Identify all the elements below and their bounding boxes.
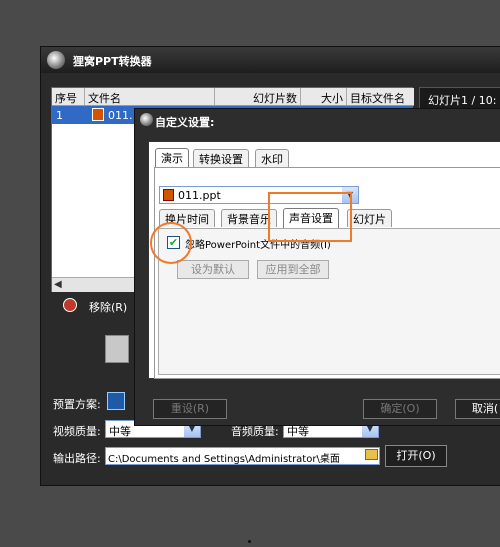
output-path-value: C:\Documents and Settings\Administrator\… xyxy=(108,454,340,465)
preset-label: 预置方案: xyxy=(53,398,101,411)
column-header-target-filename[interactable]: 目标文件名 xyxy=(347,88,414,106)
cancel-button[interactable]: 取消( xyxy=(455,399,500,419)
remove-button[interactable]: 移除(R) xyxy=(89,299,127,315)
dialog-content: 演示 转换设置 水印 011.ppt ▼ 换片时间 背景音乐 声音设置 幻灯片 … xyxy=(148,141,500,379)
highlight-circle xyxy=(150,222,192,264)
tab-conversion-settings[interactable]: 转换设置 xyxy=(193,149,249,167)
main-titlebar: 狸窝PPT转换器 xyxy=(41,47,500,73)
dialog-title: 自定义设置: xyxy=(155,116,215,129)
remove-icon[interactable] xyxy=(63,298,77,312)
preset-icon[interactable] xyxy=(107,392,125,410)
dot xyxy=(248,540,251,543)
slide-counter: 幻灯片1 / 10: S xyxy=(428,94,500,107)
column-header-slide-count[interactable]: 幻灯片数 xyxy=(215,88,301,106)
main-title: 狸窝PPT转换器 xyxy=(73,55,152,68)
row-index: 1 xyxy=(56,109,63,122)
tab-watermark[interactable]: 水印 xyxy=(255,149,289,167)
set-default-button[interactable]: 设为默认 xyxy=(177,260,249,279)
convert-icon[interactable] xyxy=(105,335,129,363)
output-path-label: 输出路径: xyxy=(53,452,101,465)
ok-button[interactable]: 确定(O) xyxy=(363,399,437,419)
row-filename: 011. xyxy=(108,109,133,122)
scroll-left-icon[interactable]: ◀ xyxy=(54,279,62,290)
open-button[interactable]: 打开(O) xyxy=(385,445,447,467)
video-quality-label: 视频质量: xyxy=(53,425,101,438)
app-logo-icon xyxy=(47,51,65,69)
file-select-value: 011.ppt xyxy=(178,189,221,202)
dialog-logo-icon xyxy=(140,113,153,126)
settings-dialog: 自定义设置: 演示 转换设置 水印 011.ppt ▼ 换片时间 背景音乐 声音… xyxy=(134,108,500,426)
column-header-size[interactable]: 大小 xyxy=(301,88,347,106)
ppt-file-icon xyxy=(92,108,104,121)
folder-icon[interactable] xyxy=(365,449,378,460)
apply-all-button[interactable]: 应用到全部 xyxy=(257,260,329,279)
tab-slides[interactable]: 幻灯片 xyxy=(347,209,392,227)
column-header-filename[interactable]: 文件名 xyxy=(85,88,215,106)
highlight-rectangle xyxy=(268,192,352,242)
column-header-index[interactable]: 序号 xyxy=(52,88,85,106)
output-path-input[interactable]: C:\Documents and Settings\Administrator\… xyxy=(105,447,380,465)
video-quality-value: 中等 xyxy=(109,425,131,438)
reset-button[interactable]: 重设(R) xyxy=(153,399,227,419)
ppt-file-icon xyxy=(163,189,174,201)
tab-presentation[interactable]: 演示 xyxy=(155,148,189,168)
